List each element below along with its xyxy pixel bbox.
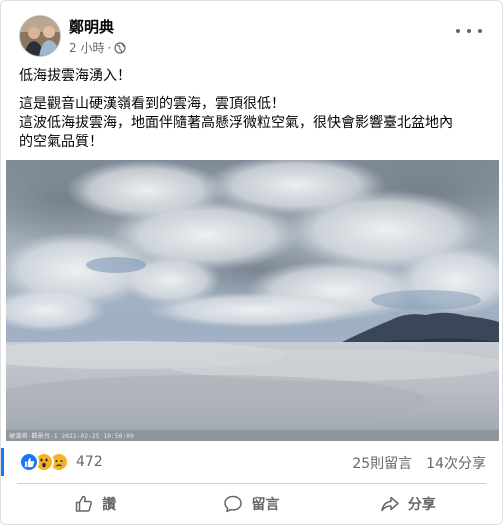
thumbs-up-icon — [24, 457, 34, 467]
author-avatar[interactable] — [19, 15, 61, 57]
more-options-icon[interactable] — [456, 23, 482, 39]
like-reaction-icon — [19, 452, 39, 472]
post-photo[interactable]: 硬漢嶺-觀景台-1 2021-02-25 10:50:09 — [6, 160, 499, 441]
like-button[interactable]: 讚 — [17, 487, 173, 521]
post-text-line: 低海拔雲海湧入！ — [19, 68, 131, 84]
more-dot — [467, 29, 471, 33]
facebook-post: 鄭明典 2 小時 · 低海拔雲海湧入！ 這是觀音山硬漢嶺看到的雲海，雲頂很低！ … — [0, 0, 503, 525]
more-dot — [456, 29, 460, 33]
post-actions: 讚 留言 分享 — [17, 487, 486, 521]
more-dot — [478, 29, 482, 33]
post-meta: 2 小時 · — [69, 39, 126, 56]
share-button-label: 分享 — [407, 497, 436, 513]
post-time[interactable]: 2 小時 — [69, 39, 104, 56]
meta-separator: · — [107, 40, 112, 55]
post-text-line: 這波低海拔雲海，地面伴隨著高懸浮微粒空氣，很快會影響臺北盆地內 — [19, 115, 453, 131]
post-text: 低海拔雲海湧入！ 這是觀音山硬漢嶺看到的雲海，雲頂很低！ 這波低海拔雲海，地面伴… — [19, 67, 489, 152]
thumbs-up-icon — [75, 495, 93, 512]
shares-count-link[interactable]: 14次分享 — [426, 453, 486, 473]
share-button[interactable]: 分享 — [330, 487, 486, 521]
post-text-line: 的空氣品質！ — [19, 134, 103, 150]
actions-divider — [17, 483, 486, 484]
post-header: 鄭明典 2 小時 · — [1, 1, 502, 63]
globe-icon[interactable] — [114, 41, 126, 54]
author-name[interactable]: 鄭明典 — [69, 16, 114, 37]
photo-timestamp: 硬漢嶺-觀景台-1 2021-02-25 10:50:09 — [9, 433, 134, 440]
share-arrow-icon — [381, 496, 399, 512]
comments-count-link[interactable]: 25則留言 — [352, 453, 412, 473]
sea-of-clouds-image — [6, 160, 499, 441]
post-text-line: 這是觀音山硬漢嶺看到的雲海，雲頂很低！ — [19, 96, 285, 112]
comment-button-label: 留言 — [251, 497, 280, 513]
reactions-count[interactable]: 472 — [76, 454, 103, 470]
focus-indicator — [1, 448, 4, 476]
comment-button[interactable]: 留言 — [173, 487, 329, 521]
post-stats: 25則留言 14次分享 — [352, 453, 486, 473]
reactions-summary[interactable]: 472 — [19, 451, 103, 473]
like-button-label: 讚 — [102, 497, 117, 513]
avatar-photo-icon — [20, 16, 60, 56]
comment-bubble-icon — [224, 495, 243, 513]
